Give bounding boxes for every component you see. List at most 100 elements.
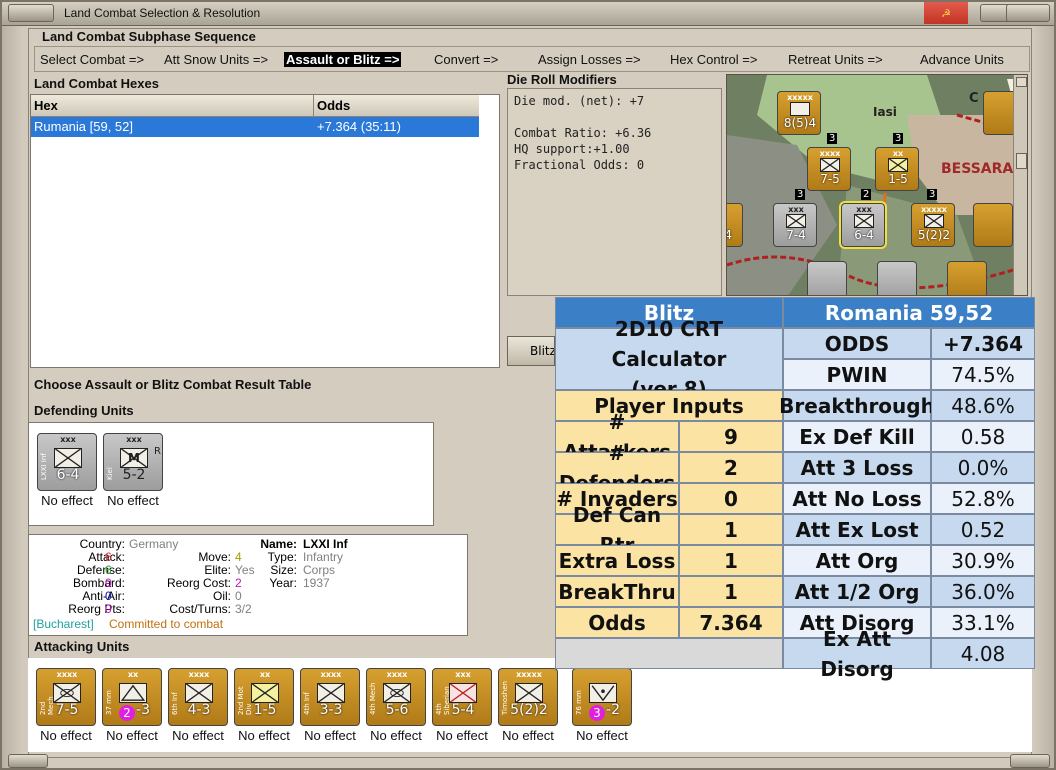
attacking-unit-4th-mech[interactable]: xxxx 4th Mech 5-6 bbox=[366, 668, 426, 726]
step-att-snow-units[interactable]: Att Snow Units => bbox=[164, 52, 268, 67]
map-label-c: C bbox=[969, 91, 979, 106]
attacking-heading: Attacking Units bbox=[34, 639, 130, 654]
unit-result: No effect bbox=[370, 728, 422, 743]
crt-result-value: 0.52 bbox=[931, 514, 1035, 545]
crt-result-value: 36.0% bbox=[931, 576, 1035, 607]
hq-support: HQ support:+1.00 bbox=[514, 142, 630, 156]
infantry-counter-icon bbox=[924, 214, 944, 228]
die-roll-heading: Die Roll Modifiers bbox=[507, 72, 617, 87]
crt-input-breakthru[interactable]: 1 bbox=[679, 576, 783, 607]
stack-badge: 3 bbox=[893, 133, 904, 144]
attacking-unit-6th-inf[interactable]: xxxx 6th Inf 4-3 bbox=[168, 668, 228, 726]
step-retreat-units[interactable]: Retreat Units => bbox=[788, 52, 883, 67]
map-unit[interactable] bbox=[877, 261, 917, 295]
table-row[interactable]: Rumania [59, 52] +7.364 (35:11) bbox=[31, 117, 479, 137]
crt-result-value: 52.8% bbox=[931, 483, 1035, 514]
attacking-unit-4th-siberian[interactable]: xxx 4th Siberian 5-4 bbox=[432, 668, 492, 726]
close-icon: ☭ bbox=[941, 6, 951, 20]
crt-result-label: Att Org bbox=[783, 545, 931, 576]
attacking-unit-timoshenko[interactable]: xxxxx Timoshenko 5(2)2 bbox=[498, 668, 558, 726]
motorized-counter-icon bbox=[251, 683, 279, 703]
map-scrollbar[interactable] bbox=[1013, 75, 1027, 295]
unit-strength: -4 bbox=[727, 228, 744, 242]
unit-strength: 7-5 bbox=[55, 702, 79, 718]
map-unit[interactable]: -4 bbox=[727, 203, 744, 247]
infantry-counter-icon bbox=[786, 214, 806, 228]
resize-handle-left[interactable] bbox=[8, 754, 48, 768]
column-header-hex[interactable]: Hex bbox=[34, 98, 58, 113]
unit-strength: 5(2)2 bbox=[917, 228, 951, 242]
close-button[interactable]: ☭ bbox=[924, 2, 968, 24]
map-unit[interactable]: xx 1-5 bbox=[875, 147, 919, 191]
map-unit[interactable]: xxx 7-4 bbox=[773, 203, 817, 247]
crt-input-extra-loss[interactable]: 1 bbox=[679, 545, 783, 576]
unit-result: No effect bbox=[304, 728, 356, 743]
unit-result: No effect bbox=[502, 728, 554, 743]
info-reorg-pts: 0 bbox=[105, 602, 112, 616]
fractional-odds: Fractional Odds: 0 bbox=[514, 158, 645, 172]
unit-result: No effect bbox=[172, 728, 224, 743]
step-hex-control[interactable]: Hex Control => bbox=[670, 52, 757, 67]
resize-handle-right[interactable] bbox=[1010, 754, 1050, 768]
crt-input-invaders[interactable]: 0 bbox=[679, 483, 783, 514]
antiair-counter-icon bbox=[119, 683, 147, 703]
maximize-button[interactable] bbox=[1006, 4, 1050, 22]
stack-badge: 2 bbox=[861, 189, 872, 200]
stack-badge: 3 bbox=[795, 189, 806, 200]
attacking-unit-2nd-mech[interactable]: xxxx 2nd Mech 7-5 bbox=[36, 668, 96, 726]
map-unit[interactable]: xxxxx 5(2)2 bbox=[911, 203, 955, 247]
crt-hex-header: Romania 59,52 bbox=[783, 297, 1035, 328]
crt-input-def-can-rtr[interactable]: 1 bbox=[679, 514, 783, 545]
step-select-combat[interactable]: Select Combat => bbox=[40, 52, 144, 67]
info-status: Committed to combat bbox=[109, 617, 224, 631]
crt-input-defenders[interactable]: 2 bbox=[679, 452, 783, 483]
map-air-unit[interactable] bbox=[973, 203, 1013, 247]
crt-result-label: Ex Def Kill bbox=[783, 421, 931, 452]
map-unit[interactable]: xxxx 7-5 bbox=[807, 147, 851, 191]
scroll-thumb[interactable] bbox=[1016, 153, 1027, 169]
attacking-unit-76mm[interactable]: 76 mm 3 -2 bbox=[572, 668, 632, 726]
crt-calculator-overlay: Blitz Romania 59,52 2D10 CRT Calculator … bbox=[555, 297, 1035, 681]
die-mod-net: Die mod. (net): +7 bbox=[514, 94, 645, 108]
column-header-odds[interactable]: Odds bbox=[317, 98, 350, 113]
die-roll-modifiers-panel: Die mod. (net): +7 Combat Ratio: +6.36 H… bbox=[507, 88, 722, 296]
step-convert[interactable]: Convert => bbox=[434, 52, 498, 67]
attacking-unit-2nd-mot-div[interactable]: xx 2nd Mot Div 1-5 bbox=[234, 668, 294, 726]
crt-input-odds[interactable]: 7.364 bbox=[679, 607, 783, 638]
unit-result: No effect bbox=[41, 493, 93, 508]
title-bar[interactable]: Land Combat Selection & Resolution ☭ bbox=[2, 2, 1054, 26]
stack-badge: 3 bbox=[827, 133, 838, 144]
step-assault-or-blitz[interactable]: Assault or Blitz => bbox=[284, 52, 402, 67]
attacking-unit-4th-inf[interactable]: xxxx 4th Inf 3-3 bbox=[300, 668, 360, 726]
map-unit-selected[interactable]: xxx 6-4 bbox=[839, 201, 887, 249]
defending-unit-kiel[interactable]: xxx Kiel R M 5-2 bbox=[103, 433, 163, 491]
step-advance-units[interactable]: Advance Units bbox=[920, 52, 1004, 67]
crt-result-label: Att 1/2 Org bbox=[783, 576, 931, 607]
step-assign-losses[interactable]: Assign Losses => bbox=[538, 52, 641, 67]
unit-result: No effect bbox=[106, 728, 158, 743]
blitz-button[interactable]: Blitz bbox=[507, 336, 555, 366]
system-menu-button[interactable] bbox=[8, 4, 54, 22]
map-view[interactable]: Iasi BESSARA C xxxxx 8(5)4 xxxx 7-5 xx 1… bbox=[726, 74, 1028, 296]
defending-units-box: xxx LXXI Inf 6-4 No effect xxx Kiel R M … bbox=[28, 422, 434, 526]
unit-result: No effect bbox=[40, 728, 92, 743]
combat-hexes-table: Hex Odds Rumania [59, 52] +7.364 (35:11) bbox=[30, 94, 500, 368]
unit-strength: 5-2 bbox=[122, 467, 146, 483]
scroll-up-icon[interactable] bbox=[1016, 77, 1027, 87]
attacking-unit-37mm[interactable]: xx 37 mm 2 -3 bbox=[102, 668, 162, 726]
unit-strength: 1-5 bbox=[888, 172, 908, 186]
choose-crt-text: Choose Assault or Blitz Combat Result Ta… bbox=[34, 377, 312, 392]
crt-calc-title: 2D10 CRT Calculator (ver 8) bbox=[555, 317, 783, 401]
crt-result-value: 0.0% bbox=[931, 452, 1035, 483]
unit-strength: 8(5)4 bbox=[783, 116, 817, 130]
unit-result: No effect bbox=[238, 728, 290, 743]
defending-unit-lxxi-inf[interactable]: xxx LXXI Inf 6-4 bbox=[37, 433, 97, 491]
map-unit[interactable] bbox=[947, 261, 987, 295]
crt-input-attackers[interactable]: 9 bbox=[679, 421, 783, 452]
infantry-counter-icon bbox=[54, 448, 82, 468]
map-unit[interactable] bbox=[807, 261, 847, 295]
window-title: Land Combat Selection & Resolution bbox=[64, 6, 261, 20]
unit-strength: 6-4 bbox=[854, 228, 874, 242]
reserve-marker: R bbox=[154, 446, 161, 457]
map-unit[interactable]: xxxxx 8(5)4 bbox=[777, 91, 821, 135]
